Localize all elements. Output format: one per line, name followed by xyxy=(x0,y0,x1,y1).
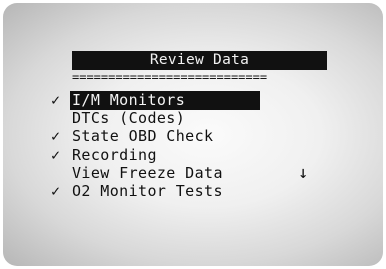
menu-item-view-freeze-data[interactable]: View Freeze Data xyxy=(51,164,225,183)
menu-item-label: DTCs (Codes) xyxy=(72,109,186,127)
menu-item-label: I/M Monitors xyxy=(70,91,260,110)
menu-item-dtcs-codes[interactable]: DTCs (Codes) xyxy=(51,109,187,128)
menu-item-o2-monitor-tests[interactable]: ✓ O2 Monitor Tests xyxy=(51,182,225,201)
menu-item-im-monitors[interactable]: ✓ I/M Monitors xyxy=(51,91,260,110)
checkmark-icon: ✓ xyxy=(51,91,61,109)
menu-item-label: Recording xyxy=(72,146,157,164)
menu-item-recording[interactable]: ✓ Recording xyxy=(51,146,159,165)
lcd-screen: Review Data =========================== … xyxy=(3,3,383,266)
device-bezel: Review Data =========================== … xyxy=(0,0,386,269)
menu-item-label: O2 Monitor Tests xyxy=(72,182,223,200)
checkmark-icon: ✓ xyxy=(51,182,61,200)
checkmark-icon: ✓ xyxy=(51,146,61,164)
menu-item-state-obd-check[interactable]: ✓ State OBD Check xyxy=(51,127,215,146)
menu-item-label: State OBD Check xyxy=(72,127,214,145)
scroll-down-arrow-icon: ↓ xyxy=(298,163,309,183)
title-separator: =========================== xyxy=(72,70,268,84)
menu-item-label: View Freeze Data xyxy=(72,164,223,182)
screen-title: Review Data xyxy=(72,51,327,70)
checkmark-icon: ✓ xyxy=(51,127,61,145)
